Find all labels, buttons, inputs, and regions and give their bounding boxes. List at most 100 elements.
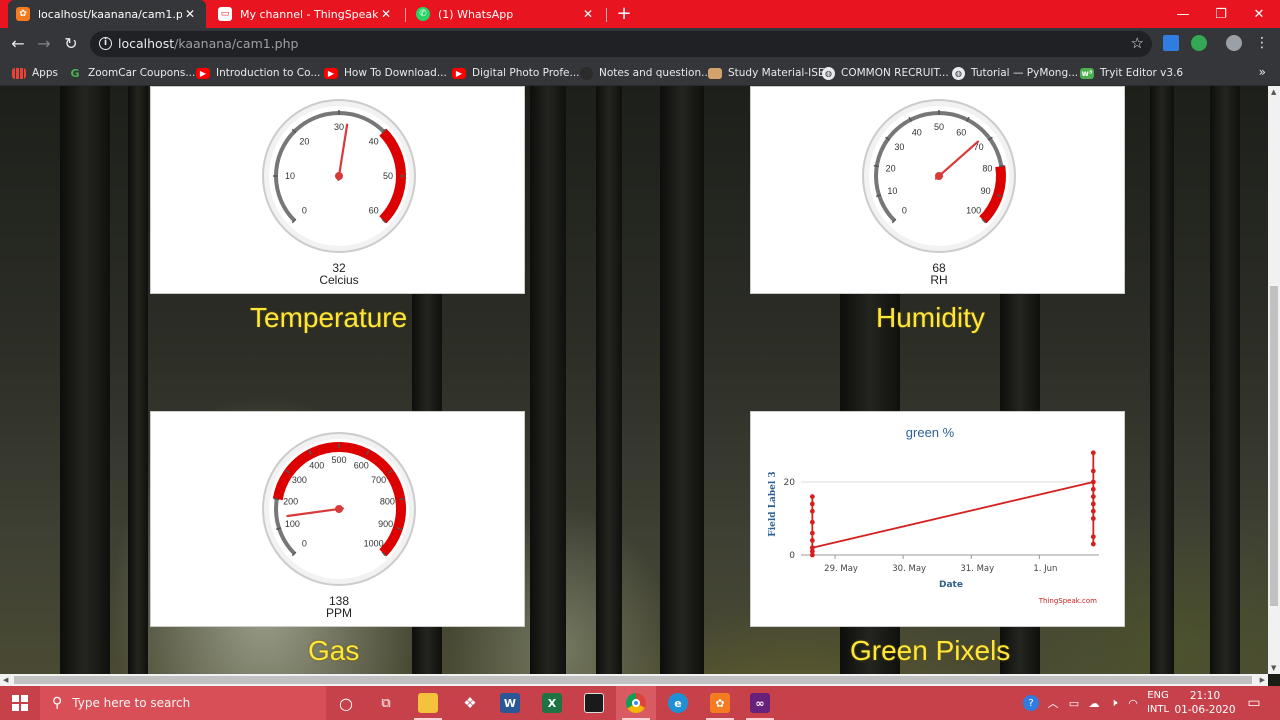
- windows-taskbar: ⚲ Type here to search ○ ⧉ ❖ W X e ✿ ∞ ? …: [0, 686, 1280, 720]
- scroll-up-arrow-icon[interactable]: ▲: [1271, 88, 1276, 96]
- dropbox-icon: ❖: [463, 694, 477, 712]
- data-point: [1090, 479, 1096, 485]
- menu-dots-icon[interactable]: ⋮: [1254, 35, 1270, 51]
- tray-volume[interactable]: 🕨: [1104, 686, 1124, 720]
- speaker-muted-icon: 🕨: [1110, 696, 1118, 709]
- close-tab-icon[interactable]: ✕: [580, 7, 596, 21]
- tray-onedrive[interactable]: ☁: [1084, 686, 1104, 720]
- data-point: [809, 508, 815, 514]
- background-tree: [60, 86, 110, 674]
- xampp-icon: ✿: [710, 693, 730, 713]
- gauge-tick-label: 800: [380, 496, 395, 506]
- tab-whatsapp[interactable]: ✆ (1) WhatsApp ✕: [408, 0, 604, 28]
- taskbar-terminal[interactable]: [574, 686, 614, 720]
- bookmark-study-material[interactable]: Study Material-ISE: [708, 65, 825, 81]
- close-tab-icon[interactable]: ✕: [378, 7, 394, 21]
- forward-arrow-icon[interactable]: →: [32, 32, 56, 56]
- gauge-tick-label: 200: [283, 496, 298, 506]
- bookmark-pymongo[interactable]: ◍ Tutorial — PyMong...: [952, 65, 1078, 81]
- vertical-scrollbar[interactable]: ▲ ▼: [1268, 86, 1280, 674]
- temperature-gauge: 0102030405060 32 Celcius: [262, 99, 416, 287]
- terminal-icon: [584, 693, 604, 713]
- help-icon: ?: [1023, 695, 1039, 711]
- scroll-down-arrow-icon[interactable]: ▼: [1271, 664, 1276, 672]
- apps-grid-icon: [12, 67, 26, 79]
- start-button[interactable]: [0, 686, 40, 720]
- tab-localhost[interactable]: ✿ localhost/kaanana/cam1.php ✕: [8, 0, 206, 28]
- cortana-circle-icon: ○: [339, 693, 353, 713]
- bookmark-intro[interactable]: ▶ Introduction to Co...: [196, 65, 320, 81]
- vertical-scroll-thumb[interactable]: [1270, 286, 1278, 606]
- gauge-tick-label: 10: [285, 171, 295, 181]
- chevron-up-icon: ︿: [1047, 697, 1059, 710]
- notification-icon: ▭: [1247, 695, 1261, 711]
- gauge-tick-label: 60: [956, 127, 966, 137]
- taskbar-word[interactable]: W: [490, 686, 530, 720]
- more-bookmarks-icon[interactable]: »: [1259, 65, 1266, 79]
- bookmark-star-icon[interactable]: ☆: [1131, 34, 1144, 52]
- tray-show-hidden[interactable]: ︿: [1044, 686, 1062, 720]
- x-axis-label: Date: [939, 580, 963, 590]
- taskbar-xampp[interactable]: ✿: [700, 686, 740, 720]
- info-icon[interactable]: i: [99, 37, 112, 50]
- taskbar-file-explorer[interactable]: [408, 686, 448, 720]
- task-view-button[interactable]: ⧉: [366, 686, 406, 720]
- back-arrow-icon[interactable]: ←: [6, 32, 30, 56]
- data-point: [809, 538, 815, 543]
- tab-thingspeak[interactable]: ▭ My channel - ThingSpeak IoT ✕: [210, 0, 402, 28]
- gauge-unit-text: RH: [930, 273, 947, 287]
- background-tree: [1150, 86, 1174, 674]
- taskbar-excel[interactable]: X: [532, 686, 572, 720]
- new-tab-button[interactable]: +: [614, 3, 634, 25]
- gauge-tick-label: 30: [334, 122, 344, 132]
- taskbar-dropbox[interactable]: ❖: [450, 686, 490, 720]
- tray-notifications[interactable]: ▭: [1240, 686, 1268, 720]
- gauge-tick-label: 100: [285, 519, 300, 529]
- series-line: [812, 481, 1094, 549]
- profile-avatar-icon[interactable]: [1226, 35, 1242, 51]
- bookmark-howto[interactable]: ▶ How To Download...: [324, 65, 447, 81]
- taskbar-chrome[interactable]: [616, 686, 656, 720]
- data-point: [1090, 468, 1096, 474]
- data-point: [1090, 516, 1096, 521]
- bookmark-tryit[interactable]: w³ Tryit Editor v3.6: [1080, 65, 1183, 81]
- gauge-needle-hub: [935, 172, 943, 180]
- tray-battery[interactable]: ▭: [1064, 686, 1084, 720]
- bookmark-label: Study Material-ISE: [728, 67, 825, 79]
- horizontal-scroll-thumb[interactable]: [14, 676, 1252, 684]
- taskbar-edge[interactable]: e: [658, 686, 698, 720]
- horizontal-scrollbar[interactable]: ◀ ▶: [0, 674, 1268, 686]
- gauge-tick-label: 20: [886, 163, 896, 173]
- url-text[interactable]: localhost/kaanana/cam1.php: [118, 36, 298, 51]
- windows-logo-icon: [12, 695, 28, 711]
- close-window-button[interactable]: ✕: [1236, 0, 1280, 28]
- close-tab-icon[interactable]: ✕: [182, 7, 198, 21]
- bookmark-digital-photo[interactable]: ▶ Digital Photo Profe...: [452, 65, 580, 81]
- taskbar-visual-studio[interactable]: ∞: [740, 686, 780, 720]
- tray-clock[interactable]: 21:10 01-06-2020: [1172, 689, 1238, 717]
- taskbar-search-box[interactable]: ⚲ Type here to search: [40, 686, 326, 720]
- extension-icon[interactable]: [1191, 35, 1207, 51]
- bookmark-zoomcar[interactable]: G ZoomCar Coupons...: [68, 65, 195, 81]
- scroll-left-arrow-icon[interactable]: ◀: [3, 676, 8, 684]
- gas-gauge: 01002003004005006007008009001000 138 PPM: [262, 432, 416, 620]
- tray-language[interactable]: ENG INTL: [1140, 689, 1176, 717]
- bookmark-label: ZoomCar Coupons...: [88, 67, 196, 79]
- bookmark-common-recruit[interactable]: ◍ COMMON RECRUIT...: [822, 65, 949, 81]
- browser-toolbar: ← → ↻ i localhost/kaanana/cam1.php ☆: [0, 28, 1280, 60]
- cortana-button[interactable]: ○: [326, 686, 366, 720]
- data-point: [809, 519, 815, 525]
- address-bar[interactable]: i localhost/kaanana/cam1.php ☆: [90, 31, 1152, 57]
- chart-credit[interactable]: ThingSpeak.com: [1038, 597, 1097, 605]
- battery-icon: ▭: [1068, 696, 1080, 710]
- reload-icon[interactable]: ↻: [59, 32, 83, 56]
- bookmark-apps[interactable]: Apps: [12, 65, 58, 81]
- scroll-right-arrow-icon[interactable]: ▶: [1260, 676, 1265, 684]
- download-extension-icon[interactable]: [1163, 35, 1179, 51]
- youtube-icon: ▶: [452, 67, 466, 79]
- bookmark-notes[interactable]: Notes and question...: [580, 65, 711, 81]
- tray-help[interactable]: ?: [1020, 686, 1042, 720]
- gauge-tick-label: 700: [371, 475, 386, 485]
- chart-title: green %: [906, 425, 955, 440]
- keyboard-layout: INTL: [1146, 704, 1170, 715]
